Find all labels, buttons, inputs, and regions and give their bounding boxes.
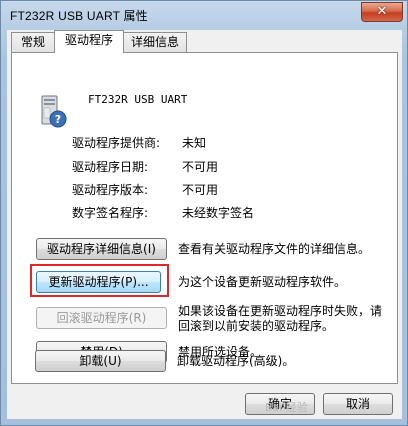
svg-text:?: ? [55, 113, 61, 126]
rollback-driver-desc-line1: 如果该设备在更新驱动程序时失败，请 [178, 304, 383, 318]
update-driver-desc: 为这个设备更新驱动程序软件。 [178, 275, 347, 289]
signer-value: 未经数字签名 [182, 206, 255, 220]
provider-value: 未知 [182, 136, 207, 150]
version-label: 驱动程序版本: [72, 183, 149, 197]
update-driver-highlight [30, 264, 169, 297]
provider-label: 驱动程序提供商: [72, 136, 161, 150]
version-value: 不可用 [182, 183, 219, 197]
close-icon: ✕ [376, 4, 388, 19]
date-value: 不可用 [182, 160, 219, 174]
title-bar[interactable]: FT232R USB UART 属性 ✕ [1, 1, 407, 29]
signer-label: 数字签名程序: [72, 206, 149, 220]
uninstall-driver-button[interactable]: 卸载(U) [35, 350, 166, 372]
properties-window: FT232R USB UART 属性 ✕ 常规 驱动程序 详细信息 ? FT23… [0, 0, 408, 426]
uninstall-driver-desc: 卸载驱动程序(高级)。 [177, 354, 295, 368]
date-label: 驱动程序日期: [72, 160, 149, 174]
close-button[interactable]: ✕ [361, 2, 403, 22]
tab-details[interactable]: 详细信息 [123, 32, 187, 52]
tab-driver[interactable]: 驱动程序 [54, 30, 124, 53]
driver-details-desc: 查看有关驱动程序文件的详细信息。 [178, 242, 371, 256]
tab-general[interactable]: 常规 [11, 32, 55, 52]
device-name: FT232R USB UART [88, 93, 188, 106]
rollback-driver-desc-line2: 回滚到以前安装的驱动程序。 [178, 319, 335, 333]
driver-details-button[interactable]: 驱动程序详细信息(I) [36, 238, 167, 260]
driver-panel: ? FT232R USB UART 驱动程序提供商: 未知 驱动程序日期: 不可… [11, 52, 398, 384]
watermark-text: Bai·经验 [265, 401, 308, 414]
cancel-button[interactable]: 取消 [323, 393, 393, 415]
window-title: FT232R USB UART 属性 [10, 9, 148, 23]
usb-device-unknown-icon: ? [41, 95, 67, 128]
dialog-client: 常规 驱动程序 详细信息 ? FT232R USB UART 驱动程序提供商: … [7, 30, 402, 419]
rollback-driver-button[interactable]: 回滚驱动程序(R) [36, 307, 167, 329]
